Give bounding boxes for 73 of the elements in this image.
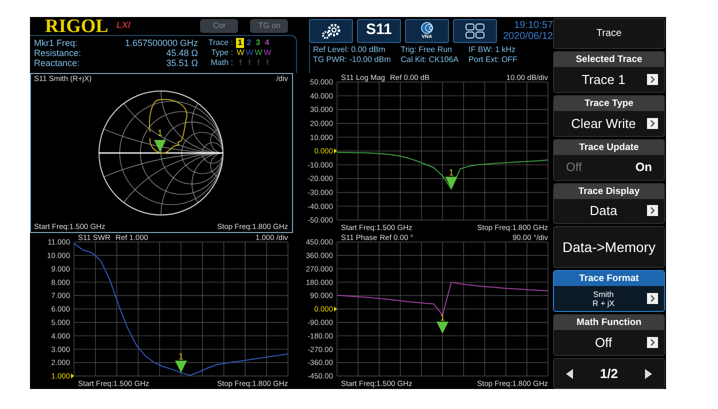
softkey[interactable]: Selected Trace Trace 1 [553,50,665,93]
softkey-value: R + jX [592,298,614,308]
softkey-value: Smith [593,290,614,299]
trace-math: f [247,58,252,68]
softkey-title: Trace Type [554,96,664,111]
page-indicator: 1/2 [600,364,618,383]
setting-text: Ref Level: 0.00 dBm [312,45,386,55]
next-page-icon[interactable] [644,368,652,378]
trace-number[interactable]: 4 [263,38,271,48]
marker-triangle [445,176,458,189]
trace-math: f [265,58,270,68]
chevron-right-icon [647,337,658,348]
readout-label: Reactance: [34,58,80,68]
softkey[interactable]: Math Function Off [553,314,665,356]
trace-math: f [256,58,261,68]
readout-value: 45.48 Ω [166,48,198,58]
softkey[interactable]: Trace Type Clear Write [553,94,665,137]
layout-button[interactable] [452,18,497,42]
marker-label: 1 [440,312,445,323]
softkey[interactable]: Trace [553,18,665,49]
setting-text: Port Ext: OFF [468,55,518,65]
softkey-value: Clear Write [571,116,636,131]
settings-button[interactable] [308,18,353,42]
softkey-title: Trace Format [554,271,664,286]
setting-text: Cal Kit: CK106A [400,55,459,65]
softkey-title: Trace Display [554,184,664,199]
chevron-right-icon [647,118,658,129]
legend-label: Type : [210,48,234,58]
softkey-title: Trace Update [554,140,664,155]
toggle-option[interactable]: On [635,158,652,176]
softkey-value: Data [590,203,618,218]
measurement-button[interactable]: S11 [356,18,401,42]
softkey[interactable]: Trace Update Off On [553,138,665,181]
marker-label: 1 [448,168,454,178]
logo-text: LXI [116,19,130,32]
setting-text: TG PWR: -10.00 dBm [312,55,391,65]
trace-number[interactable]: 2 [245,38,253,48]
trace-math: f [238,58,243,68]
chevron-right-icon [647,293,658,304]
trace-type: W [263,48,272,58]
toggle-option[interactable]: Off [566,158,582,176]
chevron-right-icon [647,74,658,85]
chevron-right-icon [647,205,658,216]
marker-label: 1 [178,352,184,362]
setting-text: IF BW: 1 kHz [468,45,517,55]
trace-number[interactable]: 1 [236,38,244,48]
softkey[interactable]: Trace Format Smith R + jX [553,270,665,312]
readout-value: 35.51 Ω [166,58,198,68]
brand-logo: RIGOL [45,16,108,36]
trace-number[interactable]: 3 [254,38,262,48]
softkey[interactable]: Trace Display Data [553,182,665,224]
readout-value: 1.657500000 GHz [124,38,198,48]
softkey-title: Selected Trace [554,52,664,67]
marker-triangle [175,360,187,373]
trace-line [148,98,188,154]
four-windows-icon [464,22,485,38]
softkey[interactable]: Data->Memory [553,226,665,268]
readout-label: Resistance: [34,48,82,58]
trace-type: W [236,48,245,58]
trace-type: W [245,48,254,58]
marker-triangle [436,322,448,334]
setting-text: Trig: Free Run [400,45,454,55]
previous-page-icon[interactable] [566,368,573,378]
gears-icon [320,22,342,38]
softkey-value: Trace 1 [582,72,626,87]
legend-label: Math : [210,58,234,68]
trace-type: W [254,48,263,58]
softkey-value: Off [594,335,612,350]
legend-label: Trace : [207,38,234,48]
readout-label: Mkr1 Freq: [34,38,78,48]
clock-time: 19:10:57 [514,20,553,30]
clock-date: 2020/06/12 [502,30,553,42]
softkey-title: Math Function [554,315,664,330]
